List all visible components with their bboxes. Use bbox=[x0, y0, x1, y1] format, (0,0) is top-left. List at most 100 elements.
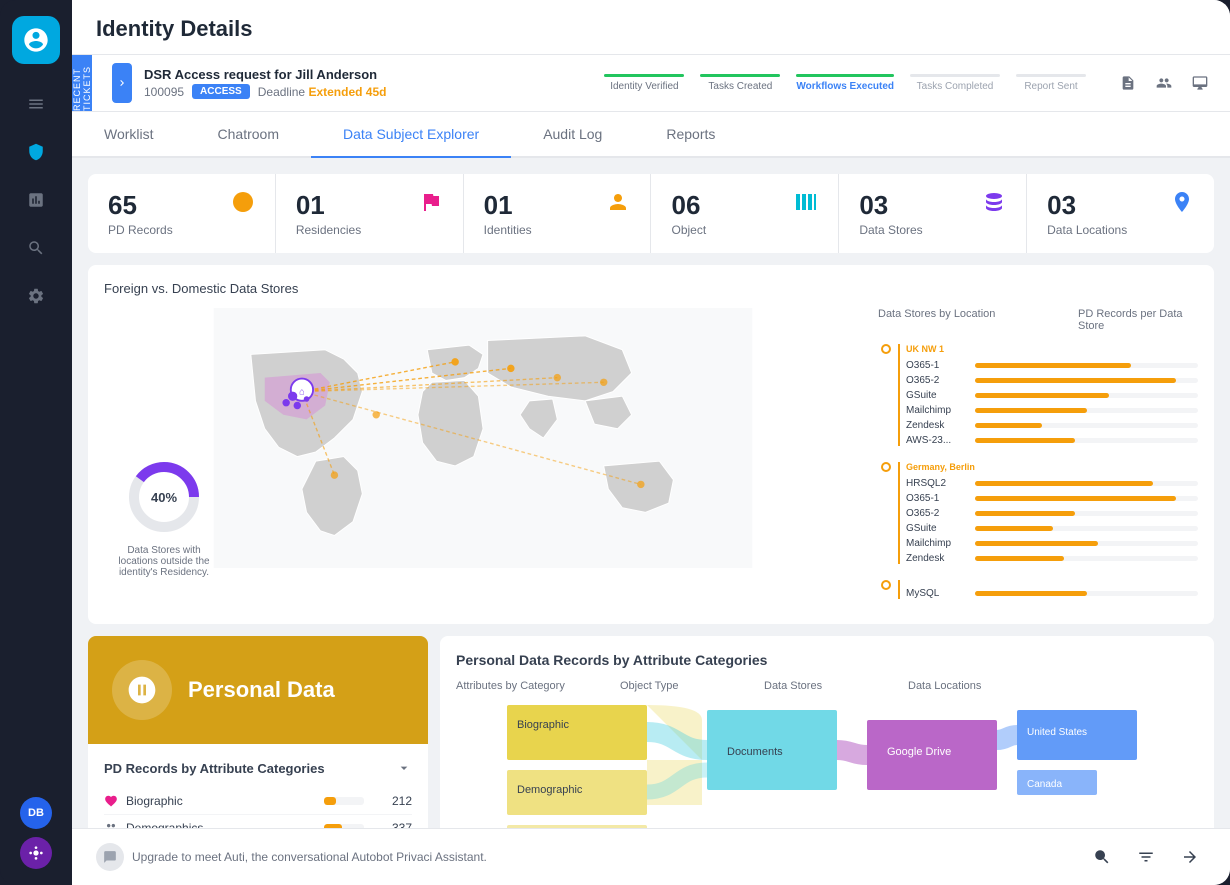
bottom-section: Personal Data PD Records by Attribute Ca… bbox=[88, 636, 1214, 828]
demographics-icon bbox=[104, 821, 118, 828]
app-logo[interactable] bbox=[12, 16, 60, 64]
ticket-expand-button[interactable] bbox=[112, 63, 132, 103]
world-map: ⌂ bbox=[104, 308, 862, 608]
donut-svg: 40% bbox=[124, 457, 204, 537]
upgrade-message: Upgrade to meet Auti, the conversational… bbox=[96, 843, 487, 871]
sidebar-bottom: DB bbox=[20, 797, 52, 869]
pd-row-demographics-label: Demographics bbox=[126, 821, 316, 828]
content-area: 65 PD Records 01 Residencies 01 bbox=[72, 158, 1230, 828]
sidebar-shield-icon[interactable] bbox=[16, 132, 56, 172]
location-group-uk: UK NW 1 O365-1 O365-2 bbox=[878, 344, 1198, 446]
recent-tickets-panel[interactable]: RECENT TICKETS bbox=[72, 55, 92, 111]
user-avatar[interactable]: DB bbox=[20, 797, 52, 829]
arrow-bottom-icon[interactable] bbox=[1174, 841, 1206, 873]
search-bottom-icon[interactable] bbox=[1086, 841, 1118, 873]
bottom-actions bbox=[1086, 841, 1206, 873]
svg-text:40%: 40% bbox=[151, 490, 177, 505]
sidebar-menu-icon[interactable] bbox=[16, 84, 56, 124]
tab-reports[interactable]: Reports bbox=[634, 112, 747, 158]
donut-label: Data Stores with locations outside the i… bbox=[114, 545, 214, 578]
ticket-deadline: Deadline Extended 45d bbox=[258, 85, 387, 99]
ticket-doc-icon[interactable] bbox=[1114, 69, 1142, 97]
progress-step-5: Report Sent bbox=[1016, 74, 1086, 92]
stat-pd-records: 65 PD Records bbox=[88, 174, 276, 253]
upgrade-bubble-icon bbox=[96, 843, 124, 871]
personal-data-card: Personal Data PD Records by Attribute Ca… bbox=[88, 636, 428, 828]
ticket-monitor-icon[interactable] bbox=[1186, 69, 1214, 97]
upgrade-text: Upgrade to meet Auti, the conversational… bbox=[132, 850, 487, 864]
chart-col-obj: Object Type bbox=[620, 680, 760, 692]
user-avatar-2[interactable] bbox=[20, 837, 52, 869]
stat-object: 06 Object bbox=[651, 174, 839, 253]
svg-text:⌂: ⌂ bbox=[299, 386, 305, 396]
ticket-bar: RECENT TICKETS DSR Access request for Ji… bbox=[72, 55, 1230, 112]
chart-col-stores: Data Stores bbox=[764, 680, 904, 692]
page-title: Identity Details bbox=[96, 16, 1206, 42]
main-content: Identity Details RECENT TICKETS DSR Acce… bbox=[72, 0, 1230, 885]
personal-data-header: Personal Data bbox=[88, 636, 428, 744]
pd-row-biographic: Biographic 212 bbox=[104, 788, 412, 815]
stat-residencies: 01 Residencies bbox=[276, 174, 464, 253]
map-section: Foreign vs. Domestic Data Stores bbox=[88, 265, 1214, 624]
personal-data-icon bbox=[112, 660, 172, 720]
svg-text:Demographic: Demographic bbox=[517, 784, 583, 796]
charts-title: Personal Data Records by Attribute Categ… bbox=[456, 652, 1198, 668]
ticket-actions bbox=[1114, 69, 1214, 97]
svg-text:Biographic: Biographic bbox=[517, 719, 569, 731]
chart-col-attr: Attributes by Category bbox=[456, 680, 616, 692]
progress-step-2: Tasks Created bbox=[700, 74, 780, 92]
ticket-user-icon[interactable] bbox=[1150, 69, 1178, 97]
map-side-panel: Data Stores by Location PD Records per D… bbox=[878, 308, 1198, 608]
location-group-germany: Germany, Berlin HRSQL2 O365-1 bbox=[878, 462, 1198, 564]
charts-headers: Attributes by Category Object Type Data … bbox=[456, 680, 1198, 692]
sankey-chart: Biographic Demographic Financial bbox=[456, 700, 1198, 828]
pd-section-header: PD Records by Attribute Categories bbox=[104, 760, 412, 776]
stat-identities: 01 Identities bbox=[464, 174, 652, 253]
tab-chatroom[interactable]: Chatroom bbox=[186, 112, 311, 158]
personal-data-title: Personal Data bbox=[188, 677, 335, 703]
page-header: Identity Details bbox=[72, 0, 1230, 55]
tabs: Worklist Chatroom Data Subject Explorer … bbox=[72, 112, 1230, 158]
filter-bottom-icon[interactable] bbox=[1130, 841, 1162, 873]
bottom-bar: Upgrade to meet Auti, the conversational… bbox=[72, 828, 1230, 885]
svg-text:Documents: Documents bbox=[727, 746, 783, 758]
stats-row: 65 PD Records 01 Residencies 01 bbox=[88, 174, 1214, 253]
biographic-icon bbox=[104, 794, 118, 808]
pd-biographic-bar bbox=[324, 797, 364, 805]
ticket-info: DSR Access request for Jill Anderson 100… bbox=[144, 67, 1214, 99]
stat-data-stores: 03 Data Stores bbox=[839, 174, 1027, 253]
tab-worklist[interactable]: Worklist bbox=[72, 112, 186, 158]
pd-biographic-count: 212 bbox=[372, 794, 412, 808]
ticket-title: DSR Access request for Jill Anderson bbox=[144, 67, 386, 82]
sidebar: DB bbox=[0, 0, 72, 885]
pd-section-title: PD Records by Attribute Categories bbox=[104, 761, 325, 776]
sankey-svg: Biographic Demographic Financial bbox=[456, 700, 1198, 828]
stat-data-locations: 03 Data Locations bbox=[1027, 174, 1214, 253]
map-container: ⌂ bbox=[104, 308, 1198, 608]
charts-section: Personal Data Records by Attribute Categ… bbox=[440, 636, 1214, 828]
svg-text:United States: United States bbox=[1027, 727, 1087, 738]
progress-step-3: Workflows Executed bbox=[796, 74, 894, 92]
sidebar-settings-icon[interactable] bbox=[16, 276, 56, 316]
pd-row-biographic-label: Biographic bbox=[126, 794, 316, 808]
map-side-header-records: PD Records per Data Store bbox=[1078, 308, 1198, 332]
tab-data-subject-explorer[interactable]: Data Subject Explorer bbox=[311, 112, 511, 158]
sidebar-chart-icon[interactable] bbox=[16, 180, 56, 220]
svg-text:Google Drive: Google Drive bbox=[887, 746, 951, 758]
ticket-id: 100095 bbox=[144, 85, 184, 99]
sidebar-search-icon[interactable] bbox=[16, 228, 56, 268]
map-title: Foreign vs. Domestic Data Stores bbox=[104, 281, 1198, 296]
svg-text:Canada: Canada bbox=[1027, 779, 1062, 790]
map-side-header-location: Data Stores by Location bbox=[878, 308, 1070, 332]
ticket-progress: Identity Verified Tasks Created Workflow… bbox=[604, 74, 1086, 92]
personal-data-body: PD Records by Attribute Categories Biogr… bbox=[88, 744, 428, 828]
ticket-badge: ACCESS bbox=[192, 84, 250, 99]
pd-row-demographics: Demographics 337 bbox=[104, 815, 412, 828]
progress-step-4: Tasks Completed bbox=[910, 74, 1000, 92]
donut-chart: 40% Data Stores with locations outside t… bbox=[114, 457, 214, 578]
world-map-svg: ⌂ bbox=[104, 308, 862, 568]
progress-step-1: Identity Verified bbox=[604, 74, 684, 92]
tab-audit-log[interactable]: Audit Log bbox=[511, 112, 634, 158]
pd-chevron-icon[interactable] bbox=[396, 760, 412, 776]
location-group-mysql: MySQL bbox=[878, 580, 1198, 599]
